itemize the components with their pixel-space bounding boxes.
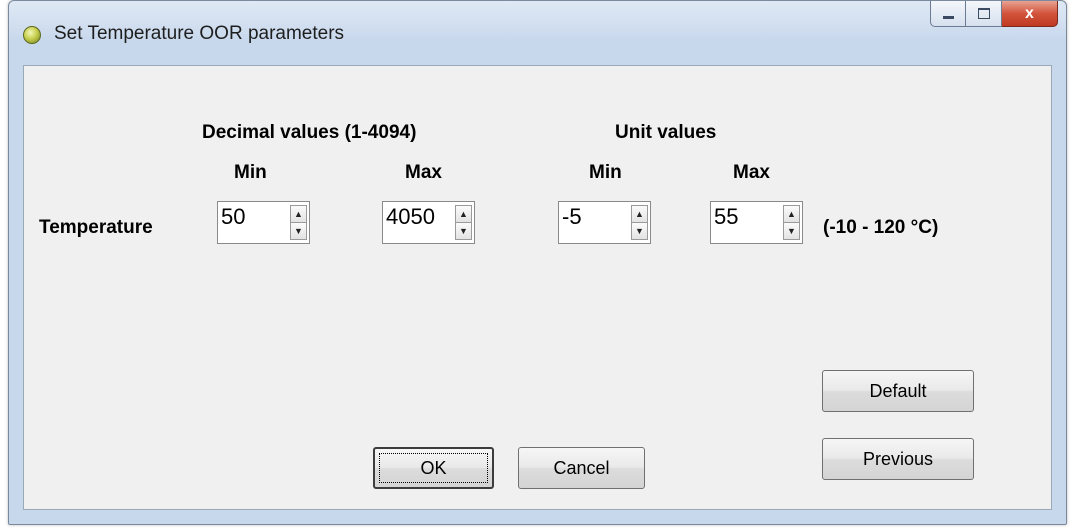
spin-down-icon[interactable]: ▼	[783, 223, 800, 240]
decimal-max-header: Max	[405, 162, 442, 183]
default-button-label: Default	[869, 380, 927, 401]
cancel-button[interactable]: Cancel	[518, 447, 645, 489]
maximize-icon	[977, 8, 990, 19]
ok-button[interactable]: OK	[373, 447, 494, 489]
decimal-max-spinbox[interactable]: 4050 ▲ ▼	[382, 201, 475, 244]
dialog-client-area: Decimal values (1-4094) Unit values Min …	[23, 65, 1052, 510]
previous-button[interactable]: Previous	[822, 438, 974, 480]
spin-down-icon[interactable]: ▼	[455, 223, 472, 240]
spin-up-icon[interactable]: ▲	[290, 205, 307, 223]
decimal-min-input[interactable]: 50	[218, 202, 290, 243]
minimize-button[interactable]	[930, 1, 966, 27]
decimal-min-spin-buttons: ▲ ▼	[290, 205, 307, 240]
title-bar[interactable]: Set Temperature OOR parameters x	[9, 1, 1066, 65]
previous-button-label: Previous	[862, 448, 934, 469]
unit-max-spinbox[interactable]: 55 ▲ ▼	[710, 201, 803, 244]
decimal-values-header: Decimal values (1-4094)	[202, 122, 417, 143]
unit-max-input[interactable]: 55	[711, 202, 783, 243]
unit-values-header: Unit values	[615, 122, 717, 143]
spin-up-icon[interactable]: ▲	[455, 205, 472, 223]
close-button[interactable]: x	[1002, 1, 1058, 27]
dialog-window: Set Temperature OOR parameters x Decimal…	[8, 0, 1067, 525]
temperature-label: Temperature	[39, 217, 153, 238]
decimal-max-spin-buttons: ▲ ▼	[455, 205, 472, 240]
default-button[interactable]: Default	[822, 370, 974, 412]
unit-min-spinbox[interactable]: -5 ▲ ▼	[558, 201, 651, 244]
decimal-min-spinbox[interactable]: 50 ▲ ▼	[217, 201, 310, 244]
unit-max-spin-buttons: ▲ ▼	[783, 205, 800, 240]
spin-up-icon[interactable]: ▲	[631, 205, 648, 223]
temperature-range-note: (-10 - 120 °C)	[823, 217, 939, 238]
spin-up-icon[interactable]: ▲	[783, 205, 800, 223]
decimal-min-header: Min	[234, 162, 267, 183]
unit-min-input[interactable]: -5	[559, 202, 631, 243]
spin-down-icon[interactable]: ▼	[290, 223, 307, 240]
window-title: Set Temperature OOR parameters	[54, 23, 345, 44]
window-controls: x	[930, 1, 1058, 27]
decimal-max-input[interactable]: 4050	[383, 202, 455, 243]
close-icon: x	[1025, 4, 1034, 22]
cancel-button-label: Cancel	[553, 457, 610, 478]
focus-rectangle	[379, 453, 488, 483]
spin-down-icon[interactable]: ▼	[631, 223, 648, 240]
unit-min-header: Min	[589, 162, 622, 183]
unit-min-spin-buttons: ▲ ▼	[631, 205, 648, 240]
unit-max-header: Max	[733, 162, 770, 183]
app-icon	[23, 26, 41, 44]
maximize-button[interactable]	[966, 1, 1002, 27]
minimize-icon	[942, 16, 954, 19]
